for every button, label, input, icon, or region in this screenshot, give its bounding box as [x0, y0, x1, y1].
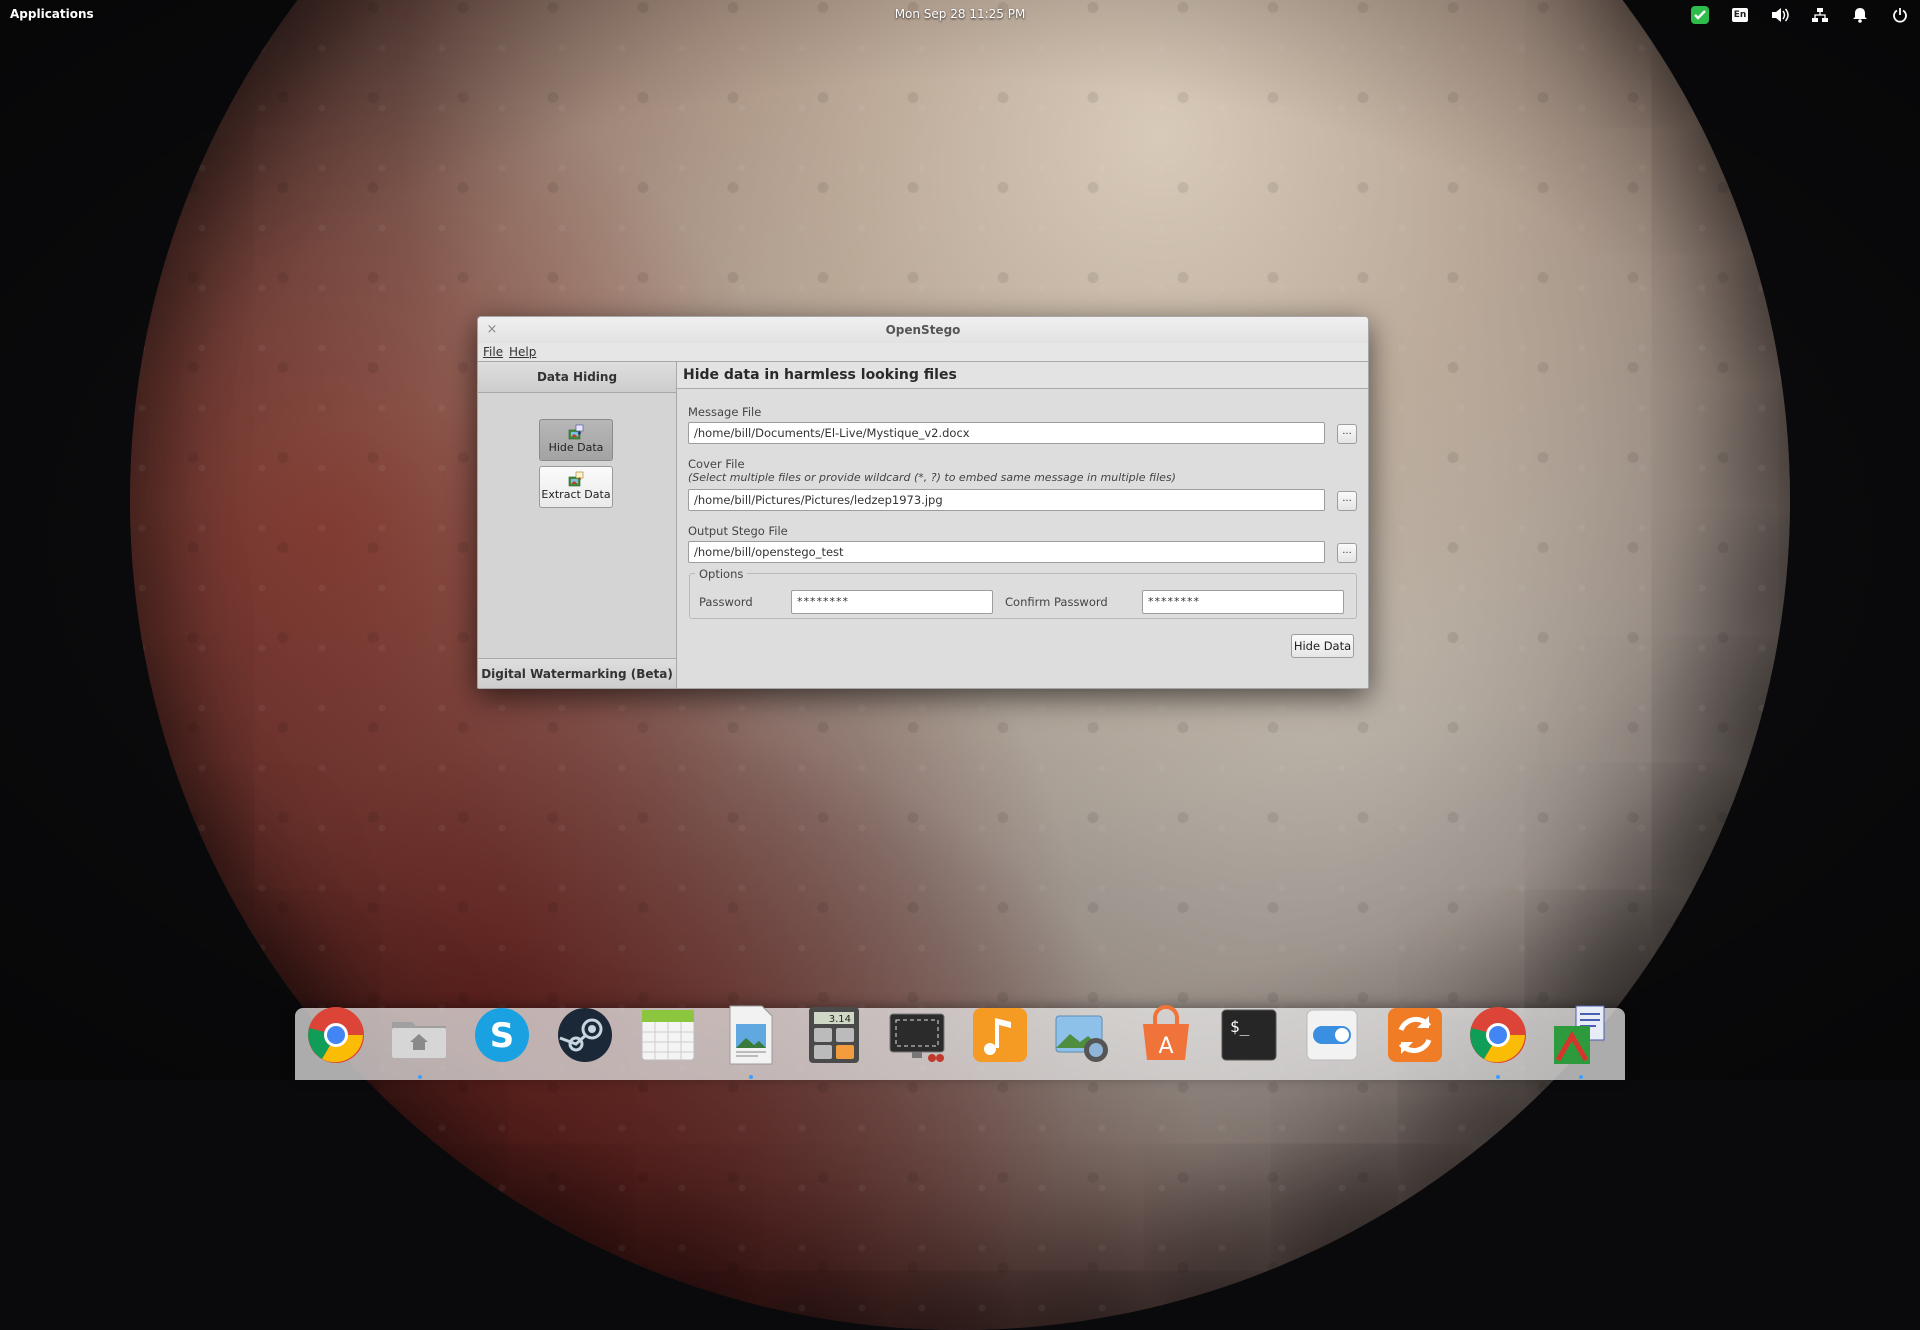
window-title: OpenStego — [885, 323, 961, 337]
security-check-icon[interactable] — [1688, 4, 1712, 26]
hide-data-panel: Hide data in harmless looking files Mess… — [677, 361, 1368, 688]
keyboard-layout-label: En — [1732, 8, 1748, 22]
calculator-display: 3.14 — [829, 1014, 851, 1025]
openstego-window: × OpenStego File Help Data Hiding Hide D… — [477, 316, 1369, 689]
message-file-browse-button[interactable]: ... — [1337, 424, 1357, 444]
output-stego-file-label: Output Stego File — [688, 524, 788, 538]
output-stego-file-browse-button[interactable]: ... — [1337, 543, 1357, 563]
clock-text[interactable]: Mon Sep 28 11:25 PM — [895, 7, 1026, 21]
message-file-input[interactable]: /home/bill/Documents/El-Live/Mystique_v2… — [688, 422, 1325, 444]
window-titlebar[interactable]: × OpenStego — [478, 317, 1368, 344]
home-folder-icon[interactable] — [388, 1004, 450, 1066]
options-legend: Options — [695, 567, 748, 581]
photos-icon[interactable] — [1052, 1004, 1114, 1066]
confirm-password-input[interactable]: ******** — [1142, 590, 1344, 614]
notifications-icon[interactable] — [1848, 4, 1872, 26]
cover-file-input[interactable]: /home/bill/Pictures/Pictures/ledzep1973.… — [688, 489, 1325, 511]
terminal-icon[interactable]: $_ — [1218, 1004, 1280, 1066]
screenshot-icon[interactable] — [886, 1004, 948, 1066]
chrome-icon[interactable] — [1467, 1004, 1529, 1066]
calendar-icon[interactable] — [637, 1004, 699, 1066]
sidebar: Data Hiding Hide Data Extract Data Digit… — [478, 361, 677, 688]
chrome-running-indicator — [1496, 1075, 1500, 1079]
data-hiding-section-header[interactable]: Data Hiding — [478, 361, 676, 393]
extract-data-nav-button[interactable]: Extract Data — [539, 466, 613, 508]
image-viewer-running-indicator — [749, 1075, 753, 1079]
hide-data-button[interactable]: Hide Data — [1291, 634, 1354, 658]
hide-data-icon — [568, 424, 584, 440]
output-stego-file-input[interactable]: /home/bill/openstego_test — [688, 541, 1325, 563]
applications-menu[interactable]: Applications — [10, 7, 94, 21]
chrome-running-indicator — [418, 1075, 422, 1079]
app-store-icon[interactable]: A — [1135, 1004, 1197, 1066]
window-close-button[interactable]: × — [484, 322, 500, 338]
password-input[interactable]: ******** — [791, 590, 993, 614]
password-label: Password — [699, 595, 753, 609]
opengapps-icon[interactable] — [1550, 1004, 1612, 1066]
svg-text:A: A — [1158, 1034, 1173, 1059]
update-icon[interactable] — [1384, 1004, 1446, 1066]
panel-title: Hide data in harmless looking files — [677, 361, 1368, 389]
cover-file-label: Cover File — [688, 457, 745, 471]
extract-data-icon — [568, 471, 584, 487]
menubar: File Help — [478, 343, 1368, 361]
power-icon[interactable] — [1888, 4, 1912, 26]
network-icon[interactable] — [1808, 4, 1832, 26]
hide-data-nav-label: Hide Data — [548, 441, 604, 454]
image-viewer-icon[interactable] — [720, 1004, 782, 1066]
digital-watermarking-section-header[interactable]: Digital Watermarking (Beta) — [478, 658, 676, 688]
steam-icon[interactable] — [554, 1004, 616, 1066]
confirm-password-label: Confirm Password — [1005, 595, 1108, 609]
menu-file[interactable]: File — [483, 345, 503, 359]
music-icon[interactable] — [969, 1004, 1031, 1066]
cover-file-browse-button[interactable]: ... — [1337, 491, 1357, 511]
extract-data-nav-label: Extract Data — [541, 488, 611, 501]
keyboard-layout-indicator[interactable]: En — [1728, 4, 1752, 26]
opengapps-running-indicator — [1579, 1075, 1583, 1079]
cover-file-note: (Select multiple files or provide wildca… — [688, 471, 1176, 484]
top-panel: Applications Mon Sep 28 11:25 PM En — [0, 0, 1920, 28]
clock: Mon Sep 28 11:25 PM — [0, 7, 1920, 21]
calculator-icon[interactable]: 3.14 — [803, 1004, 865, 1066]
message-file-label: Message File — [688, 405, 762, 419]
svg-text:S: S — [490, 1016, 515, 1056]
chrome-icon[interactable] — [305, 1004, 367, 1066]
hide-data-nav-button[interactable]: Hide Data — [539, 419, 613, 461]
volume-icon[interactable] — [1768, 4, 1792, 26]
menu-help[interactable]: Help — [509, 345, 536, 359]
skype-icon[interactable]: S — [471, 1004, 533, 1066]
svg-text:$_: $_ — [1230, 1017, 1250, 1036]
switchboard-icon[interactable] — [1301, 1004, 1363, 1066]
